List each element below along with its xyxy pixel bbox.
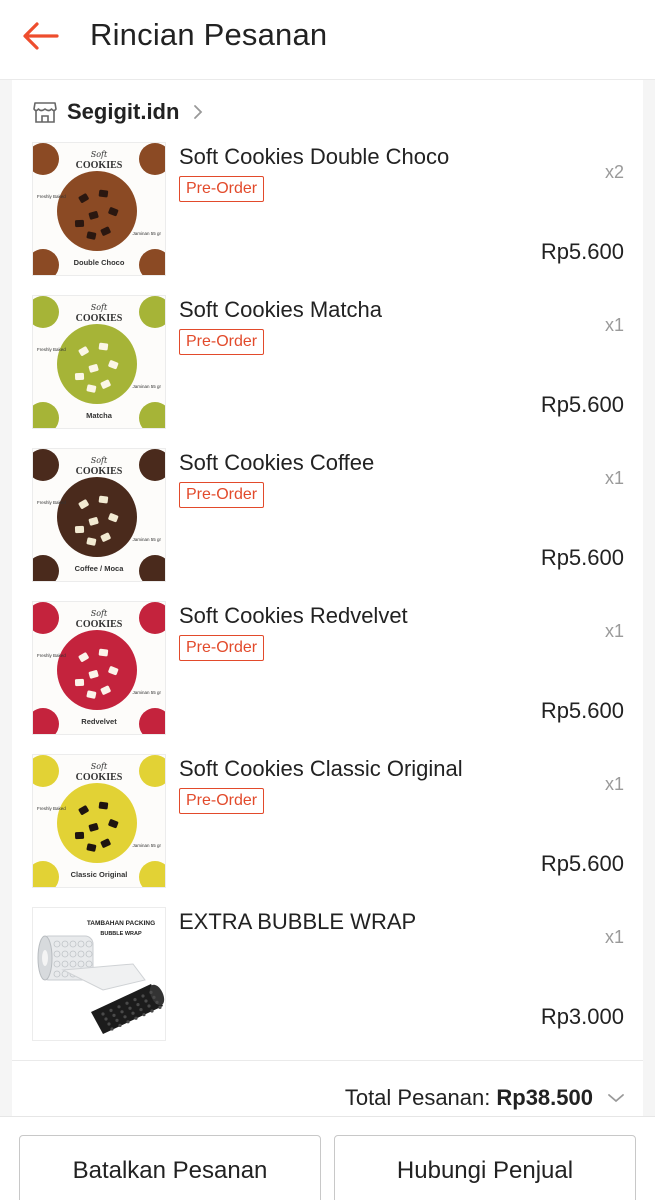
thumb-brand-text: COOKIES bbox=[76, 313, 123, 324]
order-item-row[interactable]: Soft COOKIES Freshly Baked Jaminan 55 gr Mat… bbox=[12, 295, 643, 448]
thumb-script-text: Soft bbox=[91, 456, 108, 465]
thumb-side-right-text: Jaminan 55 gr bbox=[132, 384, 161, 389]
order-item-row[interactable]: Soft COOKIES Freshly Baked Jaminan 55 gr Cla… bbox=[12, 754, 643, 907]
thumb-side-left-text: Freshly Baked bbox=[37, 194, 66, 199]
product-name: EXTRA BUBBLE WRAP bbox=[179, 909, 417, 934]
thumb-script-text: Soft bbox=[91, 303, 108, 312]
order-card: Segigit.idn Soft COOKIES Freshly Baked Jami… bbox=[12, 80, 643, 1120]
thumb-side-right-text: Jaminan 55 gr bbox=[132, 537, 161, 542]
product-quantity: x1 bbox=[604, 315, 624, 335]
product-thumbnail: Soft COOKIES Freshly Baked Jaminan 55 gr Cla… bbox=[32, 754, 166, 888]
divider bbox=[12, 1060, 643, 1061]
order-item-row[interactable]: Soft COOKIES Freshly Baked Jaminan 55 gr Red… bbox=[12, 601, 643, 754]
thumb-side-right-text: Jaminan 55 gr bbox=[132, 690, 161, 695]
shop-name: Segigit.idn bbox=[67, 99, 180, 124]
back-button[interactable] bbox=[18, 18, 62, 54]
page-title: Rincian Pesanan bbox=[90, 17, 328, 52]
thumb-brand-text: COOKIES bbox=[76, 619, 123, 630]
product-quantity: x1 bbox=[604, 927, 624, 947]
product-thumbnail: Soft COOKIES Freshly Baked Jaminan 55 gr Red… bbox=[32, 601, 166, 735]
product-price: Rp5.600 bbox=[540, 392, 624, 417]
thumb-brand-text: COOKIES bbox=[76, 772, 123, 783]
thumb-brand-text: COOKIES bbox=[76, 466, 123, 477]
order-item-row[interactable]: TAMBAHAN PACKING BUBBLE WRAP EXTRA BUBBLE … bbox=[12, 907, 643, 1060]
product-name: Soft Cookies Redvelvet bbox=[179, 603, 408, 628]
cancel-order-button[interactable]: Batalkan Pesanan bbox=[19, 1135, 321, 1200]
app-header: Rincian Pesanan bbox=[0, 0, 655, 80]
product-quantity: x1 bbox=[604, 621, 624, 641]
preorder-badge: Pre-Order bbox=[179, 482, 265, 508]
product-price: Rp5.600 bbox=[540, 545, 624, 570]
product-name: Soft Cookies Double Choco bbox=[179, 144, 450, 169]
total-value: Rp38.500 bbox=[496, 1085, 593, 1110]
thumb-caption-text: Coffee / Moca bbox=[75, 564, 125, 573]
order-total: Total Pesanan: Rp38.500 bbox=[345, 1083, 625, 1113]
order-item-row[interactable]: Soft COOKIES Freshly Baked Jaminan 55 gr Dou… bbox=[12, 142, 643, 295]
thumb-caption-text: Redvelvet bbox=[81, 717, 117, 726]
thumb-side-left-text: Freshly Baked bbox=[37, 653, 66, 658]
product-thumbnail: TAMBAHAN PACKING BUBBLE WRAP bbox=[32, 907, 166, 1041]
thumb-brand-text: COOKIES bbox=[76, 160, 123, 171]
thumb-script-text: Soft bbox=[91, 762, 108, 771]
product-quantity: x1 bbox=[604, 774, 624, 794]
product-quantity: x2 bbox=[604, 162, 624, 182]
preorder-badge: Pre-Order bbox=[179, 635, 265, 661]
preorder-badge: Pre-Order bbox=[179, 788, 265, 814]
order-item-row[interactable]: Soft COOKIES Freshly Baked Jaminan 55 gr Cof… bbox=[12, 448, 643, 601]
product-name: Soft Cookies Matcha bbox=[179, 297, 382, 322]
bottom-action-bar: Batalkan Pesanan Hubungi Penjual bbox=[0, 1116, 655, 1200]
thumb-script-text: Soft bbox=[91, 150, 108, 159]
thumb-side-right-text: Jaminan 55 gr bbox=[132, 843, 161, 848]
product-quantity: x1 bbox=[604, 468, 624, 488]
store-icon bbox=[32, 99, 58, 125]
thumb-caption-text: Matcha bbox=[86, 411, 113, 420]
total-label: Total Pesanan: bbox=[344, 1085, 491, 1110]
product-name: Soft Cookies Classic Original bbox=[179, 756, 463, 781]
product-name: Soft Cookies Coffee bbox=[179, 450, 375, 475]
thumb-side-left-text: Freshly Baked bbox=[37, 347, 66, 352]
thumb-line1-text: TAMBAHAN PACKING bbox=[87, 920, 155, 927]
product-price: Rp5.600 bbox=[540, 698, 624, 723]
thumb-caption-text: Double Choco bbox=[74, 258, 125, 267]
thumb-side-left-text: Freshly Baked bbox=[37, 806, 66, 811]
product-thumbnail: Soft COOKIES Freshly Baked Jaminan 55 gr Dou… bbox=[32, 142, 166, 276]
thumb-line2-text: BUBBLE WRAP bbox=[100, 931, 142, 937]
product-price: Rp3.000 bbox=[540, 1004, 624, 1029]
thumb-side-left-text: Freshly Baked bbox=[37, 500, 66, 505]
preorder-badge: Pre-Order bbox=[179, 329, 265, 355]
preorder-badge: Pre-Order bbox=[179, 176, 265, 202]
arrow-left-icon bbox=[23, 22, 59, 50]
product-thumbnail: Soft COOKIES Freshly Baked Jaminan 55 gr Mat… bbox=[32, 295, 166, 429]
thumb-caption-text: Classic Original bbox=[71, 870, 128, 879]
chevron-right-icon bbox=[193, 104, 203, 120]
contact-seller-button[interactable]: Hubungi Penjual bbox=[334, 1135, 636, 1200]
product-price: Rp5.600 bbox=[540, 239, 624, 264]
thumb-script-text: Soft bbox=[91, 609, 108, 618]
thumb-side-right-text: Jaminan 55 gr bbox=[132, 231, 161, 236]
shop-link[interactable]: Segigit.idn bbox=[32, 90, 332, 134]
chevron-down-icon[interactable] bbox=[607, 1092, 625, 1104]
product-thumbnail: Soft COOKIES Freshly Baked Jaminan 55 gr Cof… bbox=[32, 448, 166, 582]
product-price: Rp5.600 bbox=[540, 851, 624, 876]
